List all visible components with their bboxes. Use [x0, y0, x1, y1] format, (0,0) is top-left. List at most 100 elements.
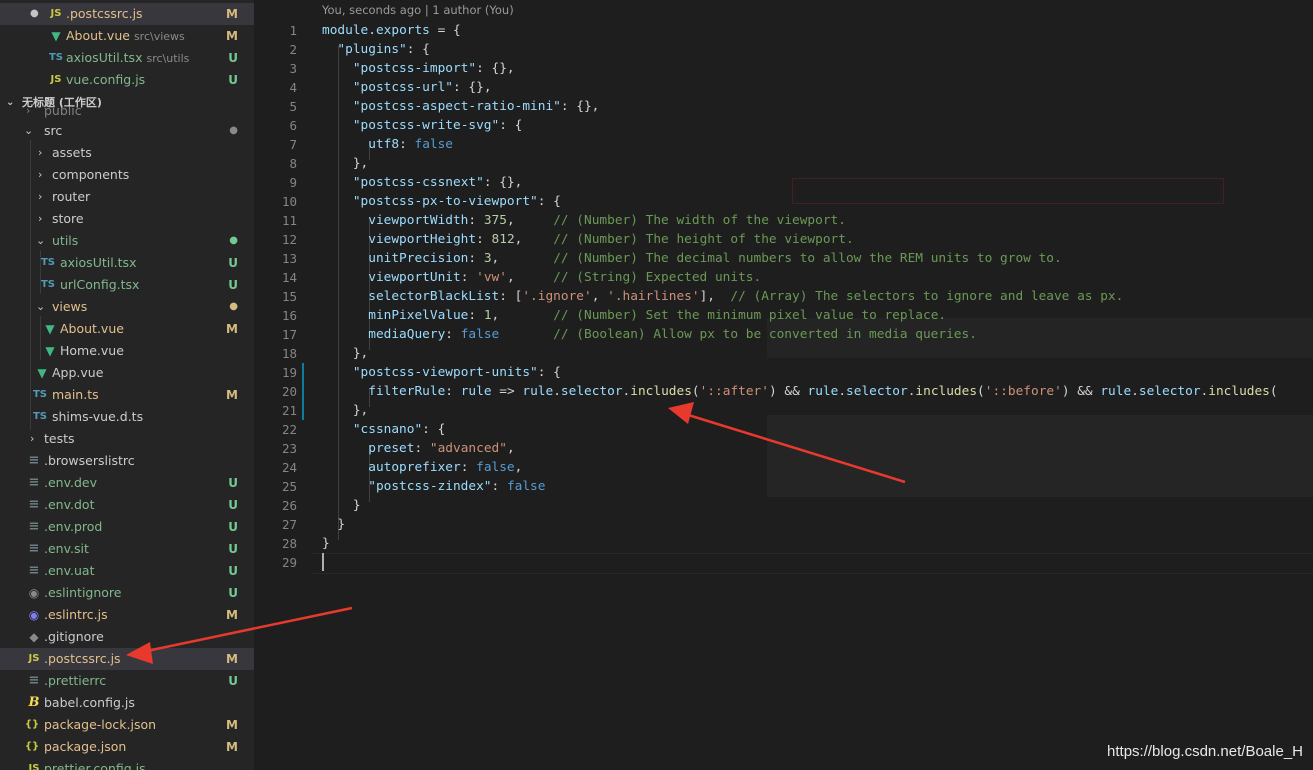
tree-file-shims[interactable]: TS shims-vue.d.ts: [0, 406, 254, 428]
tree-file-eslintrc[interactable]: ◉ .eslintrc.js M: [0, 604, 254, 626]
lines-icon: ≡: [28, 673, 40, 688]
file-name: axiosUtil.tsx: [66, 50, 143, 65]
git-icon: ◆: [29, 630, 39, 644]
code-line[interactable]: "postcss-import": {},: [322, 59, 515, 78]
file-label: .postcssrc.js: [44, 651, 121, 666]
code-line[interactable]: },: [322, 344, 368, 363]
tree-file-eslintignore[interactable]: ◉ .eslintignore U: [0, 582, 254, 604]
code-line[interactable]: utf8: false: [322, 135, 453, 154]
code-line[interactable]: }: [322, 496, 361, 515]
text-cursor: [322, 553, 324, 571]
chevron-down-icon: ⌄: [36, 234, 46, 247]
tree-folder-router[interactable]: › router: [0, 186, 254, 208]
js-file-icon: JS: [28, 763, 40, 770]
tree-file-env-dev[interactable]: ≡ .env.dev U: [0, 472, 254, 494]
tree-file-env-prod[interactable]: ≡ .env.prod U: [0, 516, 254, 538]
tree-file-env-dot[interactable]: ≡ .env.dot U: [0, 494, 254, 516]
code-line[interactable]: "postcss-aspect-ratio-mini": {},: [322, 97, 600, 116]
code-line[interactable]: module.exports = {: [322, 21, 461, 40]
tree-folder-store[interactable]: › store: [0, 208, 254, 230]
tree-file-env-sit[interactable]: ≡ .env.sit U: [0, 538, 254, 560]
open-editor-about-vue[interactable]: ▼ About.vue src\views M: [0, 25, 254, 47]
tree-folder-public[interactable]: › public: [0, 100, 254, 122]
lines-icon: ≡: [28, 453, 40, 468]
code-line[interactable]: "postcss-cssnext": {},: [322, 173, 523, 192]
code-line[interactable]: viewportHeight: 812, // (Number) The hei…: [322, 230, 853, 249]
git-status-badge: U: [228, 256, 238, 270]
tree-file-prettierrc[interactable]: ≡ .prettierrc U: [0, 670, 254, 692]
git-status-badge: M: [226, 322, 238, 336]
file-label: axiosUtil.tsx src\utils: [66, 47, 189, 70]
code-line[interactable]: "cssnano": {: [322, 420, 445, 439]
line-number: 16: [281, 308, 297, 323]
file-label: .env.dev: [44, 475, 98, 490]
code-line[interactable]: autoprefixer: false,: [322, 458, 522, 477]
code-line[interactable]: viewportUnit: 'vw', // (String) Expected…: [322, 268, 761, 287]
folder-label: views: [52, 299, 88, 314]
code-line[interactable]: mediaQuery: false // (Boolean) Allow px …: [322, 325, 977, 344]
code-line[interactable]: preset: "advanced",: [322, 439, 514, 458]
tree-file-axiosutil[interactable]: TS axiosUtil.tsx U: [0, 252, 254, 274]
code-line[interactable]: "plugins": {: [322, 40, 429, 59]
git-status-badge: U: [228, 542, 238, 556]
line-number: 28: [281, 536, 297, 551]
file-label: App.vue: [52, 365, 104, 380]
tree-folder-components[interactable]: › components: [0, 164, 254, 186]
file-label: urlConfig.tsx: [60, 277, 140, 292]
tree-file-about-vue[interactable]: ▼ About.vue M: [0, 318, 254, 340]
code-line[interactable]: unitPrecision: 3, // (Number) The decima…: [322, 249, 1061, 268]
file-label: .env.prod: [44, 519, 103, 534]
code-line[interactable]: }: [322, 515, 345, 534]
tree-folder-views[interactable]: ⌄ views ●: [0, 296, 254, 318]
folder-label: utils: [52, 233, 79, 248]
code-line[interactable]: viewportWidth: 375, // (Number) The widt…: [322, 211, 846, 230]
explorer-sidebar: ● JS .postcssrc.js M ▼ About.vue src\view…: [0, 0, 255, 770]
vue-file-icon: ▼: [45, 344, 55, 358]
file-label: .env.uat: [44, 563, 95, 578]
tree-folder-assets[interactable]: › assets: [0, 142, 254, 164]
code-line[interactable]: "postcss-viewport-units": {: [322, 363, 561, 382]
background-overlay: [767, 415, 1313, 497]
tree-folder-src[interactable]: ⌄ src ●: [0, 120, 254, 142]
git-status-badge: M: [226, 608, 238, 622]
tree-file-prettier-config[interactable]: JS prettier.config.js: [0, 758, 254, 770]
code-line[interactable]: "postcss-write-svg": {: [322, 116, 523, 135]
tree-file-env-uat[interactable]: ≡ .env.uat U: [0, 560, 254, 582]
tree-file-package-lock[interactable]: {} package-lock.json M: [0, 714, 254, 736]
tree-file-urlconfig[interactable]: TS urlConfig.tsx U: [0, 274, 254, 296]
ts-file-icon: TS: [32, 389, 48, 400]
code-editor[interactable]: You, seconds ago | 1 author (You) 123456…: [254, 0, 1313, 770]
file-label: prettier.config.js: [44, 761, 146, 770]
code-line[interactable]: "postcss-zindex": false: [322, 477, 545, 496]
git-blame-annotation[interactable]: You, seconds ago | 1 author (You): [322, 3, 514, 17]
code-line[interactable]: },: [322, 154, 368, 173]
code-line[interactable]: minPixelValue: 1, // (Number) Set the mi…: [322, 306, 946, 325]
json-icon: {}: [24, 741, 40, 752]
open-editor-postcssrc[interactable]: ● JS .postcssrc.js M: [0, 3, 254, 25]
tree-file-home-vue[interactable]: ▼ Home.vue: [0, 340, 254, 362]
code-line[interactable]: "postcss-url": {},: [322, 78, 492, 97]
file-label: Home.vue: [60, 343, 124, 358]
tree-file-gitignore[interactable]: ◆ .gitignore: [0, 626, 254, 648]
file-path: src\views: [133, 30, 185, 43]
file-label: package-lock.json: [44, 717, 157, 732]
code-line[interactable]: }: [322, 534, 330, 553]
line-number: 13: [281, 251, 297, 266]
file-label: axiosUtil.tsx: [60, 255, 137, 270]
code-line[interactable]: selectorBlackList: ['.ignore', '.hairlin…: [322, 287, 1123, 306]
tree-file-postcssrc[interactable]: JS .postcssrc.js M: [0, 648, 254, 670]
open-editor-axiosutil[interactable]: TS axiosUtil.tsx src\utils U: [0, 47, 254, 69]
tree-file-babel-config[interactable]: B babel.config.js: [0, 692, 254, 714]
code-line[interactable]: },: [322, 401, 368, 420]
lines-icon: ≡: [28, 541, 40, 556]
code-line[interactable]: filterRule: rule => rule.selector.includ…: [322, 382, 1277, 401]
file-label: .eslintignore: [44, 585, 122, 600]
tree-folder-utils[interactable]: ⌄ utils ●: [0, 230, 254, 252]
code-line[interactable]: "postcss-px-to-viewport": {: [322, 192, 561, 211]
tree-file-package-json[interactable]: {} package.json M: [0, 736, 254, 758]
tree-file-main-ts[interactable]: TS main.ts M: [0, 384, 254, 406]
open-editor-vue-config[interactable]: JS vue.config.js U: [0, 69, 254, 91]
tree-folder-tests[interactable]: › tests: [0, 428, 254, 450]
tree-file-browserslistrc[interactable]: ≡ .browserslistrc: [0, 450, 254, 472]
tree-file-app-vue[interactable]: ▼ App.vue: [0, 362, 254, 384]
